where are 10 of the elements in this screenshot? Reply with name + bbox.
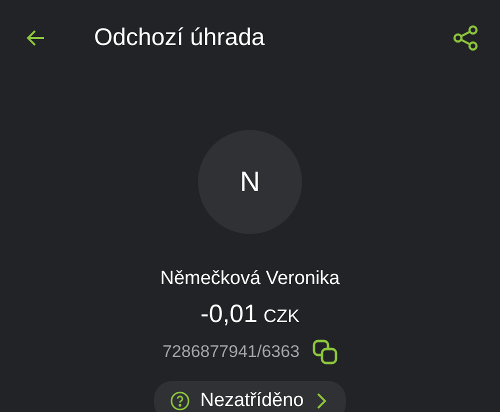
category-chip[interactable]: Nezatříděno	[154, 381, 346, 412]
help-icon	[170, 391, 190, 411]
copy-icon[interactable]	[312, 339, 338, 365]
share-icon	[452, 24, 480, 52]
account-number: 7286877941/6363	[162, 342, 300, 362]
currency: CZK	[263, 306, 300, 327]
avatar-initial: N	[198, 130, 302, 234]
amount: -0,01	[200, 300, 258, 329]
screen-title: Odchozí úhrada	[94, 24, 266, 52]
counterparty-name: Němečková Veronika	[160, 268, 340, 290]
